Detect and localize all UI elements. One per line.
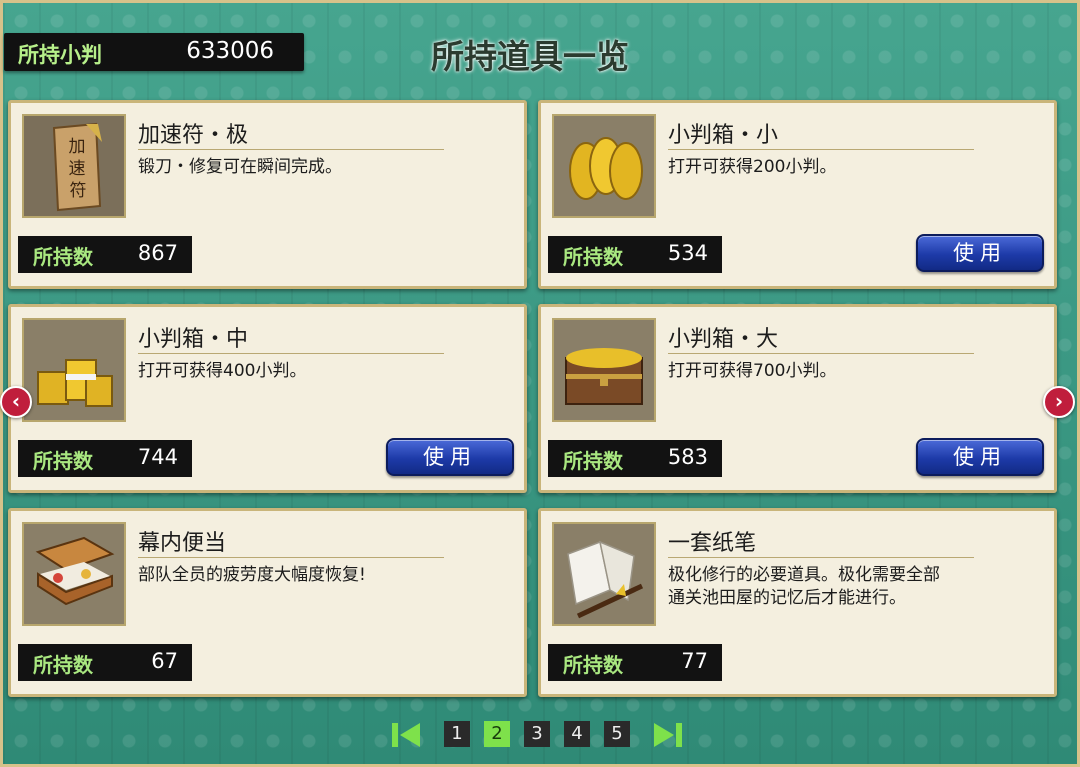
- page-button-4[interactable]: 4: [564, 721, 590, 747]
- owned-count: 583: [667, 445, 708, 469]
- item-name: 加速符・极: [138, 123, 249, 148]
- koban-label: 所持小判: [18, 42, 102, 67]
- item-description: 部队全员的疲劳度大幅度恢复!: [138, 565, 366, 585]
- owned-label: 所持数: [33, 653, 93, 677]
- item-description: 锻刀・修复可在瞬间完成。: [138, 157, 342, 177]
- item-card-koban-medium: 小判箱・中 打开可获得400小判。 所持数 744 使用: [8, 304, 527, 493]
- item-card-koban-small: 小判箱・小 打开可获得200小判。 所持数 534 使用: [538, 100, 1057, 289]
- divider: [138, 353, 444, 354]
- owned-count-box: 所持数 867: [18, 236, 192, 273]
- page-button-3[interactable]: 3: [524, 721, 550, 747]
- koban-counter: 所持小判 633006: [4, 33, 304, 71]
- treasure-chest-icon: [552, 318, 656, 422]
- item-description: 打开可获得200小判。: [668, 157, 837, 177]
- owned-count: 77: [681, 649, 708, 673]
- divider: [138, 149, 444, 150]
- divider: [138, 557, 444, 558]
- svg-text:符: 符: [70, 181, 87, 201]
- item-name: 小判箱・大: [668, 327, 779, 352]
- divider: [668, 149, 974, 150]
- koban-stacks-icon: [22, 318, 126, 422]
- item-card-paper-brush: 一套纸笔 极化修行的必要道具。极化需要全部 通关池田屋的记忆后才能进行。 所持数…: [538, 508, 1057, 697]
- owned-label: 所持数: [563, 449, 623, 473]
- svg-text:加: 加: [69, 137, 86, 157]
- next-page-arrow[interactable]: ›: [1043, 386, 1075, 418]
- item-description: 打开可获得700小判。: [668, 361, 837, 381]
- page-title: 所持道具一览: [431, 37, 629, 76]
- owned-label: 所持数: [33, 245, 93, 269]
- svg-text:速: 速: [69, 159, 86, 179]
- koban-value: 633006: [186, 38, 274, 64]
- koban-coins-icon: [552, 114, 656, 218]
- owned-label: 所持数: [563, 245, 623, 269]
- owned-label: 所持数: [563, 653, 623, 677]
- item-card-accelerator: 加 速 符 加速符・极 锻刀・修复可在瞬间完成。 所持数 867: [8, 100, 527, 289]
- bento-box-icon: [22, 522, 126, 626]
- item-description: 打开可获得400小判。: [138, 361, 307, 381]
- owned-count: 67: [151, 649, 178, 673]
- last-page-icon[interactable]: [652, 721, 684, 749]
- item-card-bento: 幕内便当 部队全员的疲劳度大幅度恢复! 所持数 67: [8, 508, 527, 697]
- prev-page-arrow[interactable]: ‹: [0, 386, 32, 418]
- use-button[interactable]: 使用: [916, 438, 1044, 476]
- paper-brush-icon: [552, 522, 656, 626]
- item-description: 极化修行的必要道具。极化需要全部 通关池田屋的记忆后才能进行。: [668, 565, 940, 608]
- page-button-5[interactable]: 5: [604, 721, 630, 747]
- item-name: 一套纸笔: [668, 531, 757, 556]
- use-button[interactable]: 使用: [916, 234, 1044, 272]
- divider: [668, 353, 974, 354]
- owned-count-box: 所持数 583: [548, 440, 722, 477]
- item-name: 小判箱・小: [668, 123, 779, 148]
- owned-count-box: 所持数 77: [548, 644, 722, 681]
- page-button-2[interactable]: 2: [484, 721, 510, 747]
- owned-count: 534: [667, 241, 708, 265]
- talisman-icon: 加 速 符: [22, 114, 126, 218]
- divider: [668, 557, 974, 558]
- owned-count-box: 所持数 744: [18, 440, 192, 477]
- owned-count-box: 所持数 534: [548, 236, 722, 273]
- page-button-1[interactable]: 1: [444, 721, 470, 747]
- owned-count-box: 所持数 67: [18, 644, 192, 681]
- owned-count: 744: [137, 445, 178, 469]
- item-name: 小判箱・中: [138, 327, 249, 352]
- owned-count: 867: [137, 241, 178, 265]
- item-card-koban-large: 小判箱・大 打开可获得700小判。 所持数 583 使用: [538, 304, 1057, 493]
- use-button[interactable]: 使用: [386, 438, 514, 476]
- owned-label: 所持数: [33, 449, 93, 473]
- first-page-icon[interactable]: [390, 721, 422, 749]
- item-name: 幕内便当: [138, 531, 227, 556]
